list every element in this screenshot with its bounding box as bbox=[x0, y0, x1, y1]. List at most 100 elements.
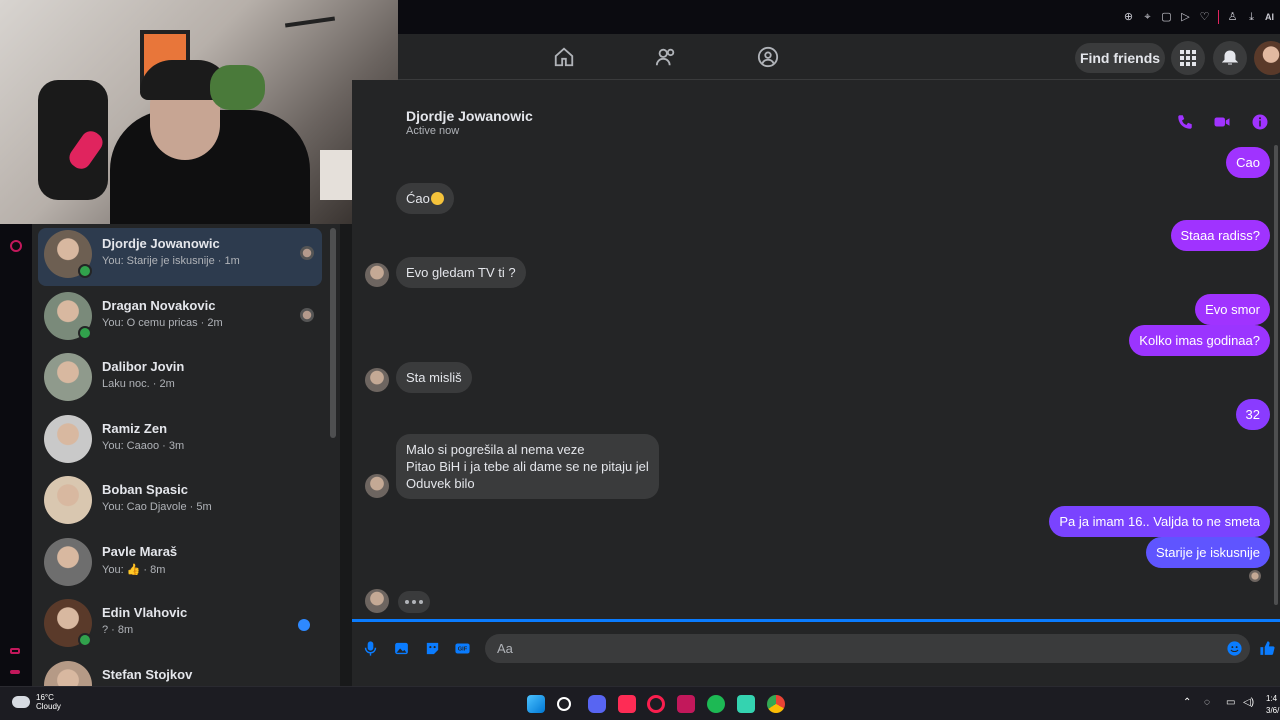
find-friends-button[interactable]: Find friends bbox=[1075, 43, 1165, 73]
typing-indicator bbox=[398, 591, 430, 613]
network-icon[interactable]: ◌ bbox=[1204, 697, 1210, 708]
chat-preview: You: O cemu pricas · 2m bbox=[102, 316, 223, 329]
sticker-icon[interactable] bbox=[424, 640, 441, 657]
app-icon[interactable] bbox=[737, 695, 755, 713]
avatar bbox=[44, 660, 92, 686]
download-icon[interactable]: ⤓ bbox=[1246, 11, 1257, 23]
chat-list-item[interactable]: Stefan StojkovMislim koji deo novog sada… bbox=[38, 659, 322, 686]
message-text: Sta misliš bbox=[406, 370, 462, 385]
plush-toy bbox=[210, 65, 265, 110]
opera-gx-icon[interactable] bbox=[647, 695, 665, 713]
seen-avatar bbox=[300, 246, 314, 260]
typing-avatar bbox=[365, 589, 389, 613]
search-icon[interactable] bbox=[557, 697, 571, 711]
message-text: Ćao bbox=[406, 191, 430, 206]
chat-preview: You: Caaoo · 3m bbox=[102, 439, 185, 452]
volume-icon[interactable]: ◁) bbox=[1243, 697, 1254, 708]
chat-list-scrollbar[interactable] bbox=[330, 228, 336, 438]
emoji-icon bbox=[430, 192, 444, 205]
chat-preview: Laku noc. · 2m bbox=[102, 378, 175, 390]
profile-avatar[interactable] bbox=[1254, 41, 1280, 75]
discord-icon[interactable] bbox=[588, 695, 606, 713]
online-status-dot bbox=[78, 264, 92, 278]
avatar bbox=[44, 353, 92, 401]
clock-time[interactable]: 1:4 bbox=[1266, 694, 1277, 703]
seen-avatar bbox=[300, 307, 314, 322]
svg-text:GIF: GIF bbox=[458, 647, 468, 653]
groups-icon[interactable] bbox=[757, 46, 779, 68]
like-icon[interactable] bbox=[1259, 640, 1276, 657]
weather-description: Cloudy bbox=[36, 702, 61, 711]
clock-date[interactable]: 3/6/ bbox=[1266, 706, 1279, 715]
received-message-bubble[interactable]: Evo gledam TV ti ? bbox=[396, 257, 526, 288]
settings-icon[interactable] bbox=[10, 240, 22, 252]
notifications-button[interactable] bbox=[1213, 41, 1247, 75]
contact-name[interactable]: Djordje Jowanowic bbox=[406, 108, 533, 124]
sent-message-bubble[interactable]: Kolko imas godinaa? bbox=[1129, 325, 1270, 356]
sent-message-bubble[interactable]: 32 bbox=[1235, 399, 1270, 430]
home-icon[interactable] bbox=[553, 46, 575, 68]
weather-temp: 16°C bbox=[36, 693, 54, 702]
chat-list-item[interactable]: Edin Vlahovic ? · 8m bbox=[38, 597, 322, 655]
message-text: Evo gledam TV ti ? bbox=[406, 265, 516, 280]
message-text: Oduvek bilo bbox=[406, 476, 475, 491]
tiktok-icon[interactable] bbox=[618, 695, 636, 713]
seen-receipt-avatar bbox=[1249, 570, 1261, 582]
gx-icon[interactable] bbox=[10, 648, 20, 654]
online-status-dot bbox=[78, 325, 92, 340]
chat-list-item[interactable]: Pavle Maraš You: 👍 · 8m bbox=[38, 536, 322, 594]
toolbar-divider bbox=[1218, 10, 1219, 24]
contact-avatar bbox=[365, 368, 389, 392]
chat-list-item[interactable]: Djordje Jowanowic You: Starije je iskusni… bbox=[38, 228, 322, 286]
chat-name: Djordje Jowanowic bbox=[102, 236, 220, 251]
tray-expand-icon[interactable]: ⌃ bbox=[1183, 697, 1191, 708]
chat-name: Edin Vlahovic bbox=[102, 605, 188, 620]
message-input[interactable] bbox=[485, 634, 1250, 663]
snapshot-icon[interactable]: ▢ bbox=[1161, 11, 1172, 23]
chat-preview: You: 👍 · 8m bbox=[102, 563, 166, 576]
display-icon[interactable]: ▭ bbox=[1226, 697, 1235, 708]
contact-status: Active now bbox=[406, 125, 460, 137]
spotify-icon[interactable] bbox=[707, 695, 725, 713]
sent-message-bubble[interactable]: Cao bbox=[1226, 147, 1270, 178]
received-message-bubble[interactable]: Ćao bbox=[396, 183, 454, 214]
heart-icon[interactable]: ♡ bbox=[1199, 11, 1210, 23]
chat-list-item[interactable]: Dragan Novakovic You: O cemu pricas · 2m bbox=[38, 290, 322, 348]
sent-message-bubble[interactable]: Staaa radiss? bbox=[1170, 220, 1270, 251]
weather-widget[interactable]: 16°C Cloudy bbox=[12, 693, 61, 711]
tf-icon[interactable] bbox=[677, 695, 695, 713]
pin-icon[interactable]: ⌖ bbox=[1142, 11, 1153, 23]
play-icon[interactable]: ▷ bbox=[1180, 11, 1191, 23]
windows-start-icon[interactable] bbox=[527, 695, 545, 713]
ai-icon[interactable]: AI bbox=[1265, 12, 1274, 23]
message-text: Cao bbox=[1236, 155, 1260, 170]
phone-icon[interactable] bbox=[1176, 113, 1194, 131]
chrome-icon[interactable] bbox=[767, 695, 785, 713]
sent-message-bubble[interactable]: Starije je iskusnije bbox=[1145, 537, 1270, 568]
chat-name: Stefan Stojkov bbox=[102, 666, 193, 682]
chat-list-item[interactable]: Ramiz Zen You: Caaoo · 3m bbox=[38, 413, 322, 471]
chat-list-item[interactable]: Boban Spasic You: Cao Djavole · 5m bbox=[38, 474, 322, 532]
unread-dot bbox=[298, 619, 310, 631]
sent-message-bubble[interactable]: Pa ja imam 16.. Valjda to ne smeta bbox=[1049, 506, 1270, 537]
menu-button[interactable] bbox=[1171, 41, 1205, 75]
gif-icon[interactable]: GIF bbox=[454, 640, 471, 657]
message-text: 32 bbox=[1245, 407, 1260, 422]
chat-list-item[interactable]: Dalibor Jovin Laku noc. · 2m bbox=[38, 351, 322, 409]
more-icon[interactable] bbox=[10, 670, 20, 674]
online-status-dot bbox=[78, 633, 92, 647]
sent-message-bubble[interactable]: Evo smor bbox=[1195, 294, 1270, 325]
friends-icon[interactable] bbox=[655, 46, 677, 68]
received-message-bubble[interactable]: Sta misliš bbox=[396, 362, 472, 393]
video-icon[interactable] bbox=[1213, 113, 1231, 131]
received-message-bubble[interactable]: Malo si pogrešila al nema veze Pitao BiH … bbox=[396, 434, 659, 499]
emoji-icon[interactable] bbox=[1226, 640, 1243, 657]
mic-icon[interactable] bbox=[362, 640, 379, 657]
account-icon[interactable]: ♙ bbox=[1227, 11, 1238, 23]
wall-decor bbox=[284, 16, 336, 28]
conversation-scrollbar[interactable] bbox=[1274, 145, 1278, 605]
image-icon[interactable] bbox=[393, 640, 410, 657]
zoom-icon[interactable]: ⊕ bbox=[1123, 11, 1134, 23]
info-icon[interactable] bbox=[1251, 113, 1269, 131]
chat-name: Ramiz Zen bbox=[102, 420, 168, 436]
